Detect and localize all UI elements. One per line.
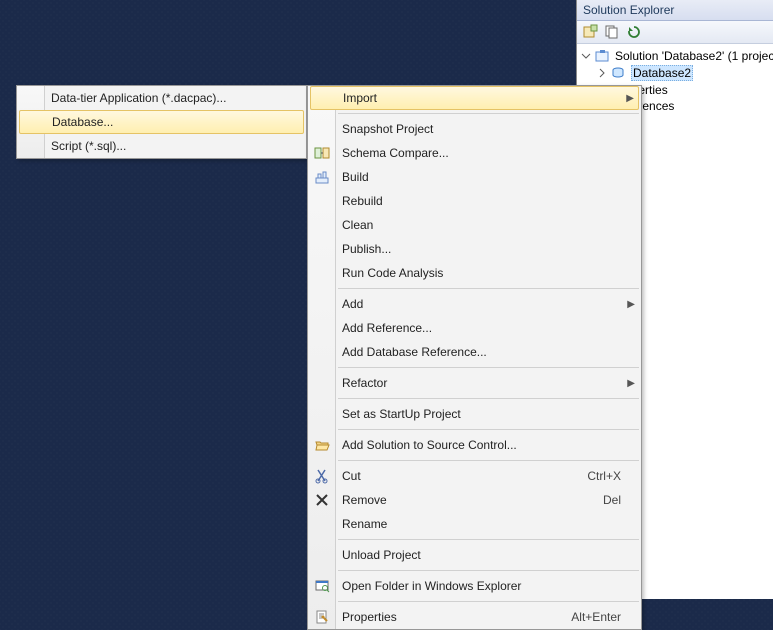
properties-icon (312, 607, 332, 627)
menu-item-label: Run Code Analysis (342, 266, 443, 280)
submenu-arrow-icon: ▶ (626, 93, 634, 104)
solution-icon (595, 49, 611, 63)
expander-icon[interactable] (581, 51, 591, 61)
menu-separator (338, 367, 639, 368)
context-menu-item[interactable]: Clean (308, 213, 641, 237)
menu-item-icon (21, 88, 41, 108)
expander-icon[interactable] (597, 68, 607, 78)
context-menu-item[interactable]: Rename (308, 512, 641, 536)
folder-open-icon (312, 435, 332, 455)
build-icon (312, 167, 332, 187)
explorer-icon (312, 576, 332, 596)
menu-item-label: Add Solution to Source Control... (342, 438, 517, 452)
solution-explorer-toolbar (577, 21, 773, 44)
show-all-files-icon[interactable] (603, 23, 621, 41)
menu-item-label: Rebuild (342, 194, 383, 208)
menu-separator (338, 429, 639, 430)
menu-separator (338, 113, 639, 114)
import-submenu-item[interactable]: Database... (19, 110, 304, 134)
menu-item-label: Add Database Reference... (342, 345, 487, 359)
menu-item-label: Add Reference... (342, 321, 432, 335)
menu-item-label: Remove (342, 493, 387, 507)
context-menu-item[interactable]: Add Database Reference... (308, 340, 641, 364)
menu-shortcut: Alt+Enter (531, 610, 621, 624)
properties-icon[interactable] (581, 23, 599, 41)
context-menu-item[interactable]: Snapshot Project (308, 117, 641, 141)
menu-item-label: Unload Project (342, 548, 421, 562)
cut-icon (312, 466, 332, 486)
context-menu-item[interactable]: Open Folder in Windows Explorer (308, 574, 641, 598)
context-menu-item[interactable]: Unload Project (308, 543, 641, 567)
remove-icon (312, 490, 332, 510)
menu-separator (338, 288, 639, 289)
context-menu-item[interactable]: Publish... (308, 237, 641, 261)
menu-item-label: Database... (52, 115, 113, 129)
blank-icon (312, 294, 332, 314)
context-menu-item[interactable]: Add Solution to Source Control... (308, 433, 641, 457)
menu-item-label: Clean (342, 218, 373, 232)
context-menu-item[interactable]: Add ▶ (308, 292, 641, 316)
menu-item-label: Snapshot Project (342, 122, 433, 136)
menu-item-label: Data-tier Application (*.dacpac)... (51, 91, 226, 105)
context-menu-item[interactable]: Set as StartUp Project (308, 402, 641, 426)
menu-item-label: Open Folder in Windows Explorer (342, 579, 521, 593)
project-context-menu: Import ▶ Snapshot Project Schema Compare...… (307, 85, 642, 630)
context-menu-item[interactable]: Remove Del (308, 488, 641, 512)
context-menu-item[interactable]: Run Code Analysis (308, 261, 641, 285)
menu-item-label: Refactor (342, 376, 387, 390)
menu-item-label: Cut (342, 469, 361, 483)
menu-item-label: Script (*.sql)... (51, 139, 126, 153)
blank-icon (312, 263, 332, 283)
context-menu-item[interactable]: Import ▶ (310, 86, 639, 110)
menu-item-label: Set as StartUp Project (342, 407, 461, 421)
menu-item-icon (21, 136, 41, 156)
menu-separator (338, 460, 639, 461)
tree-node-label: Solution 'Database2' (1 project (615, 49, 773, 63)
blank-icon (312, 514, 332, 534)
blank-icon (312, 119, 332, 139)
import-submenu-item[interactable]: Data-tier Application (*.dacpac)... (17, 86, 306, 110)
context-menu-item[interactable]: Cut Ctrl+X (308, 464, 641, 488)
blank-icon (312, 373, 332, 393)
refresh-icon[interactable] (625, 23, 643, 41)
context-menu-item[interactable]: Build (308, 165, 641, 189)
blank-icon (312, 545, 332, 565)
tree-project-node[interactable]: Database2 (579, 64, 771, 82)
context-menu-item[interactable]: Schema Compare... (308, 141, 641, 165)
import-submenu-item[interactable]: Script (*.sql)... (17, 134, 306, 158)
context-menu-item[interactable]: Add Reference... (308, 316, 641, 340)
solution-explorer-title: Solution Explorer (577, 0, 773, 21)
submenu-arrow-icon: ▶ (627, 299, 635, 310)
menu-item-label: Schema Compare... (342, 146, 449, 160)
menu-separator (338, 398, 639, 399)
compare-icon (312, 143, 332, 163)
tree-solution-node[interactable]: Solution 'Database2' (1 project (579, 48, 771, 64)
context-menu-item[interactable]: Refactor ▶ (308, 371, 641, 395)
blank-icon (312, 215, 332, 235)
blank-icon (312, 239, 332, 259)
context-menu-item[interactable]: Rebuild (308, 189, 641, 213)
menu-item-label: Build (342, 170, 369, 184)
blank-icon (312, 191, 332, 211)
blank-icon (312, 342, 332, 362)
submenu-arrow-icon: ▶ (627, 378, 635, 389)
database-project-icon (611, 66, 627, 80)
menu-separator (338, 570, 639, 571)
menu-item-icon (22, 113, 42, 133)
menu-shortcut: Ctrl+X (547, 469, 621, 483)
menu-shortcut: Del (563, 493, 621, 507)
tree-node-label: Database2 (631, 65, 693, 81)
import-submenu: Data-tier Application (*.dacpac)... Datab… (16, 85, 307, 159)
menu-item-label: Add (342, 297, 363, 311)
blank-icon (313, 89, 333, 109)
menu-separator (338, 601, 639, 602)
menu-item-label: Properties (342, 610, 397, 624)
menu-separator (338, 539, 639, 540)
menu-item-label: Publish... (342, 242, 391, 256)
blank-icon (312, 318, 332, 338)
blank-icon (312, 404, 332, 424)
menu-item-label: Rename (342, 517, 387, 531)
menu-item-label: Import (343, 91, 377, 105)
context-menu-item[interactable]: Properties Alt+Enter (308, 605, 641, 629)
